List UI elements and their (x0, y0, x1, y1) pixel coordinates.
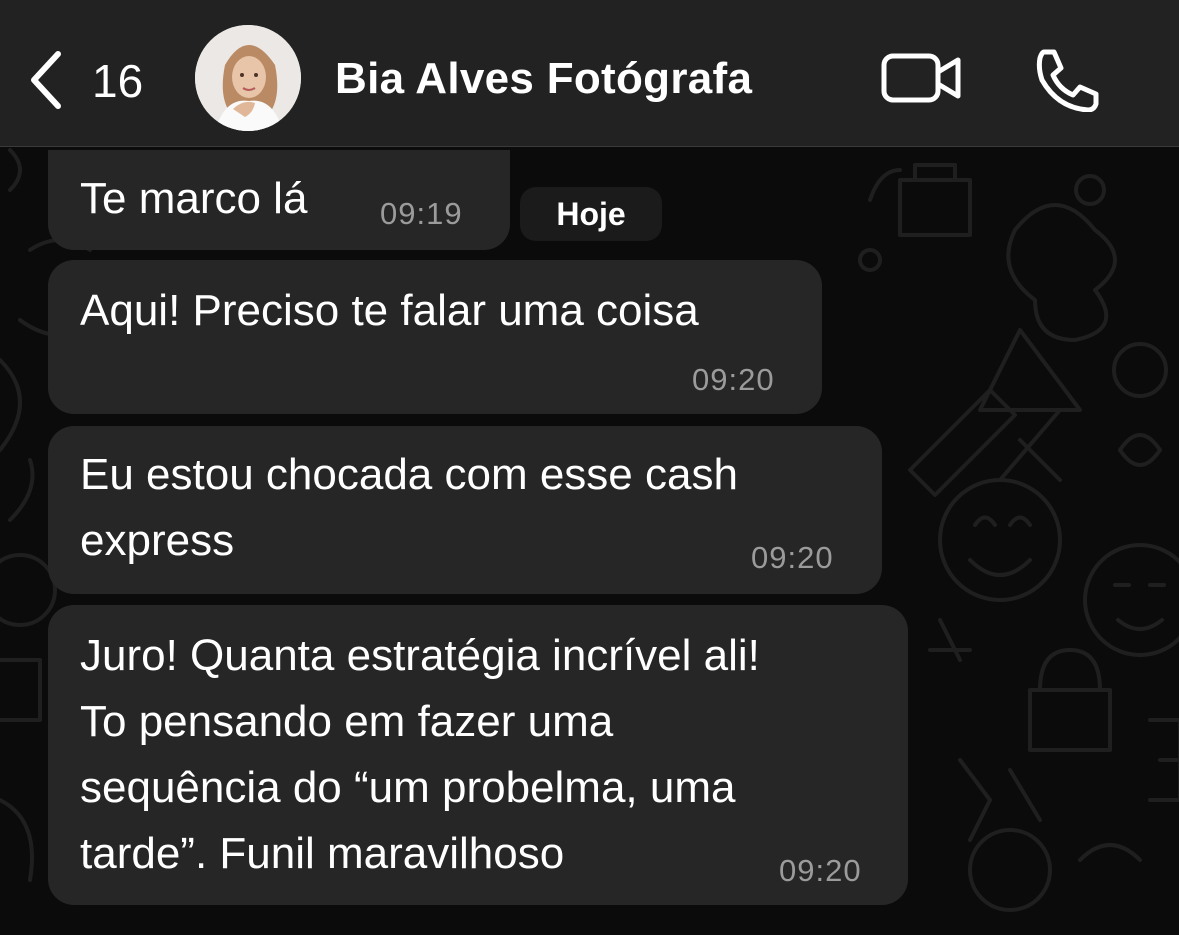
message-text: Juro! Quanta estratégia incrível ali! To… (80, 631, 760, 878)
video-call-button[interactable] (880, 50, 964, 106)
message-time: 09:20 (751, 540, 834, 575)
message-time: 09:20 (779, 853, 862, 888)
contact-name[interactable]: Bia Alves Fotógrafa (335, 54, 752, 104)
video-call-icon (881, 53, 961, 103)
message-bubble[interactable]: Juro! Quanta estratégia incrível ali! To… (48, 605, 908, 905)
chevron-left-icon (31, 51, 61, 109)
message-text: Te marco lá (80, 174, 308, 223)
message-text: Aqui! Preciso te falar uma coisa (80, 286, 699, 335)
chat-header: 16 Bia Alves Fotógrafa (0, 0, 1179, 147)
message-time: 09:19 (380, 196, 463, 231)
date-separator: Hoje (520, 187, 662, 241)
message-text: Eu estou chocada com esse cash express (80, 450, 738, 565)
contact-photo (195, 25, 301, 131)
voice-call-button[interactable] (1030, 46, 1100, 113)
unread-count: 16 (92, 55, 144, 107)
phone-icon (1036, 49, 1099, 113)
avatar[interactable] (195, 25, 301, 131)
message-time: 09:20 (692, 362, 775, 397)
message-bubble[interactable]: Eu estou chocada com esse cash express 0… (48, 426, 882, 594)
back-button[interactable]: 16 (18, 40, 158, 120)
message-bubble[interactable]: Aqui! Preciso te falar uma coisa 09:20 (48, 260, 822, 414)
